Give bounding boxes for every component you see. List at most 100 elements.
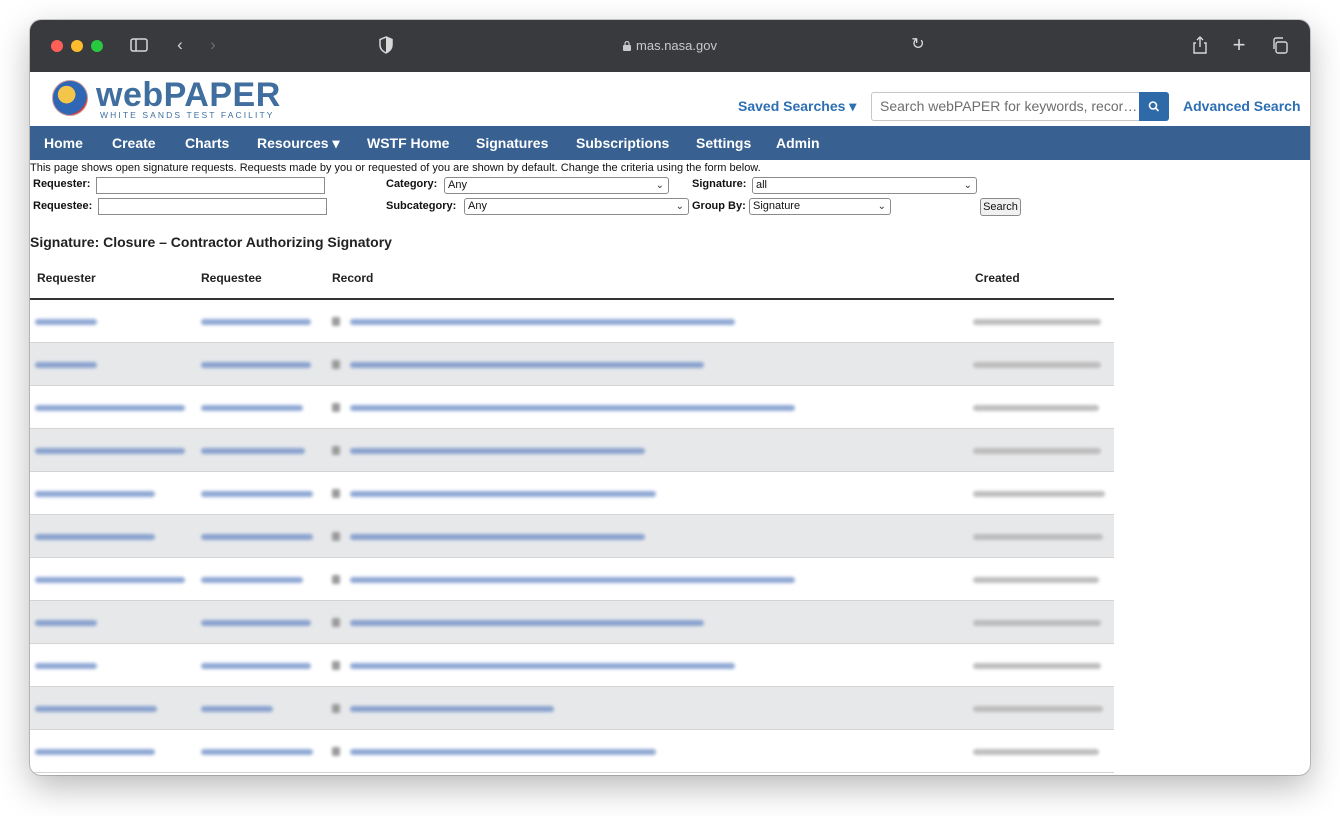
requestee-input[interactable]: [98, 198, 327, 215]
table-row: [30, 601, 1114, 644]
browser-titlebar: ‹ › mas.nasa.gov ↻ +: [30, 20, 1310, 72]
requester-link[interactable]: [35, 620, 97, 626]
table-row: [30, 343, 1114, 386]
chevron-down-icon: ⌄: [877, 201, 886, 212]
reload-icon[interactable]: ↻: [908, 34, 928, 56]
requester-link[interactable]: [35, 448, 185, 454]
column-header-record[interactable]: Record: [332, 271, 373, 285]
table-header: Requester Requestee Record Created: [30, 258, 1114, 300]
zoom-window-button[interactable]: [91, 40, 103, 52]
signature-select[interactable]: all ⌄: [752, 177, 977, 194]
table-row: [30, 687, 1114, 730]
requester-link[interactable]: [35, 319, 97, 325]
record-link[interactable]: [350, 405, 795, 411]
chevron-down-icon: ⌄: [963, 180, 972, 191]
forward-icon[interactable]: ›: [205, 34, 221, 56]
requester-link[interactable]: [35, 749, 155, 755]
requester-link[interactable]: [35, 663, 97, 669]
requestee-link[interactable]: [201, 362, 311, 368]
minimize-window-button[interactable]: [71, 40, 83, 52]
share-icon[interactable]: [1190, 34, 1210, 56]
requestee-label: Requestee:: [33, 200, 93, 212]
wstf-logo[interactable]: [52, 80, 88, 116]
requestee-link[interactable]: [201, 706, 273, 712]
document-icon: [332, 575, 340, 584]
record-link[interactable]: [350, 706, 554, 712]
requester-link[interactable]: [35, 534, 155, 540]
nav-create[interactable]: Create: [112, 135, 156, 151]
requester-link[interactable]: [35, 362, 97, 368]
category-label: Category:: [386, 178, 438, 190]
close-window-button[interactable]: [51, 40, 63, 52]
advanced-search-link[interactable]: Advanced Search: [1183, 98, 1301, 114]
column-header-requestee[interactable]: Requestee: [201, 271, 262, 285]
tab-overview-icon[interactable]: [1270, 34, 1290, 56]
category-select[interactable]: Any ⌄: [444, 177, 669, 194]
category-select-value: Any: [448, 179, 467, 191]
requester-link[interactable]: [35, 491, 155, 497]
document-icon: [332, 704, 340, 713]
table-row: [30, 472, 1114, 515]
record-link[interactable]: [350, 491, 656, 497]
table-row: [30, 429, 1114, 472]
table-row: [30, 558, 1114, 601]
requester-label: Requester:: [33, 178, 91, 190]
requester-link[interactable]: [35, 706, 157, 712]
record-link[interactable]: [350, 577, 795, 583]
record-link[interactable]: [350, 448, 645, 454]
document-icon: [332, 360, 340, 369]
webpaper-brand[interactable]: webPAPER: [96, 78, 281, 112]
signature-label: Signature:: [692, 178, 747, 190]
address-bar[interactable]: mas.nasa.gov: [590, 36, 750, 56]
requestee-link[interactable]: [201, 577, 303, 583]
record-link[interactable]: [350, 620, 704, 626]
search-button[interactable]: Search: [980, 198, 1021, 216]
privacy-shield-icon[interactable]: [376, 34, 396, 56]
requestee-link[interactable]: [201, 448, 305, 454]
table-row: [30, 386, 1114, 429]
sidebar-toggle-icon[interactable]: [128, 34, 150, 56]
requestee-link[interactable]: [201, 405, 303, 411]
groupby-select-value: Signature: [753, 200, 801, 212]
record-link[interactable]: [350, 362, 704, 368]
created-date: [973, 577, 1099, 583]
nav-signatures[interactable]: Signatures: [476, 135, 548, 151]
nav-home[interactable]: Home: [44, 135, 83, 151]
created-date: [973, 319, 1101, 325]
requestee-link[interactable]: [201, 491, 313, 497]
document-icon: [332, 532, 340, 541]
column-header-requester[interactable]: Requester: [37, 271, 96, 285]
requestee-link[interactable]: [201, 319, 311, 325]
requestee-link[interactable]: [201, 749, 313, 755]
nav-charts[interactable]: Charts: [185, 135, 229, 151]
requester-link[interactable]: [35, 405, 185, 411]
nav-settings[interactable]: Settings: [696, 135, 751, 151]
nav-resources[interactable]: Resources ▾: [257, 135, 340, 152]
subcategory-select[interactable]: Any ⌄: [464, 198, 689, 215]
site-search-input[interactable]: Search webPAPER for keywords, recor…: [871, 92, 1139, 121]
groupby-select[interactable]: Signature ⌄: [749, 198, 891, 215]
record-link[interactable]: [350, 749, 656, 755]
created-date: [973, 706, 1103, 712]
site-search-button[interactable]: [1139, 92, 1169, 121]
document-icon: [332, 489, 340, 498]
nav-admin[interactable]: Admin: [776, 135, 820, 151]
column-header-created[interactable]: Created: [975, 271, 1020, 285]
back-icon[interactable]: ‹: [172, 34, 188, 56]
record-link[interactable]: [350, 534, 645, 540]
new-tab-icon[interactable]: +: [1229, 34, 1249, 56]
requestee-link[interactable]: [201, 620, 311, 626]
requester-input[interactable]: [96, 177, 325, 194]
requestee-link[interactable]: [201, 663, 311, 669]
nav-wstf-home[interactable]: WSTF Home: [367, 135, 449, 151]
saved-searches-dropdown[interactable]: Saved Searches ▾: [738, 98, 856, 115]
record-link[interactable]: [350, 319, 735, 325]
requester-link[interactable]: [35, 577, 185, 583]
requestee-link[interactable]: [201, 534, 313, 540]
table-row: [30, 730, 1114, 773]
record-link[interactable]: [350, 663, 735, 669]
signature-requests-table: Requester Requestee Record Created: [30, 258, 1114, 773]
nav-subscriptions[interactable]: Subscriptions: [576, 135, 669, 151]
browser-window: ‹ › mas.nasa.gov ↻ + webPAPER WHITE SAND…: [30, 20, 1310, 775]
created-date: [973, 448, 1101, 454]
